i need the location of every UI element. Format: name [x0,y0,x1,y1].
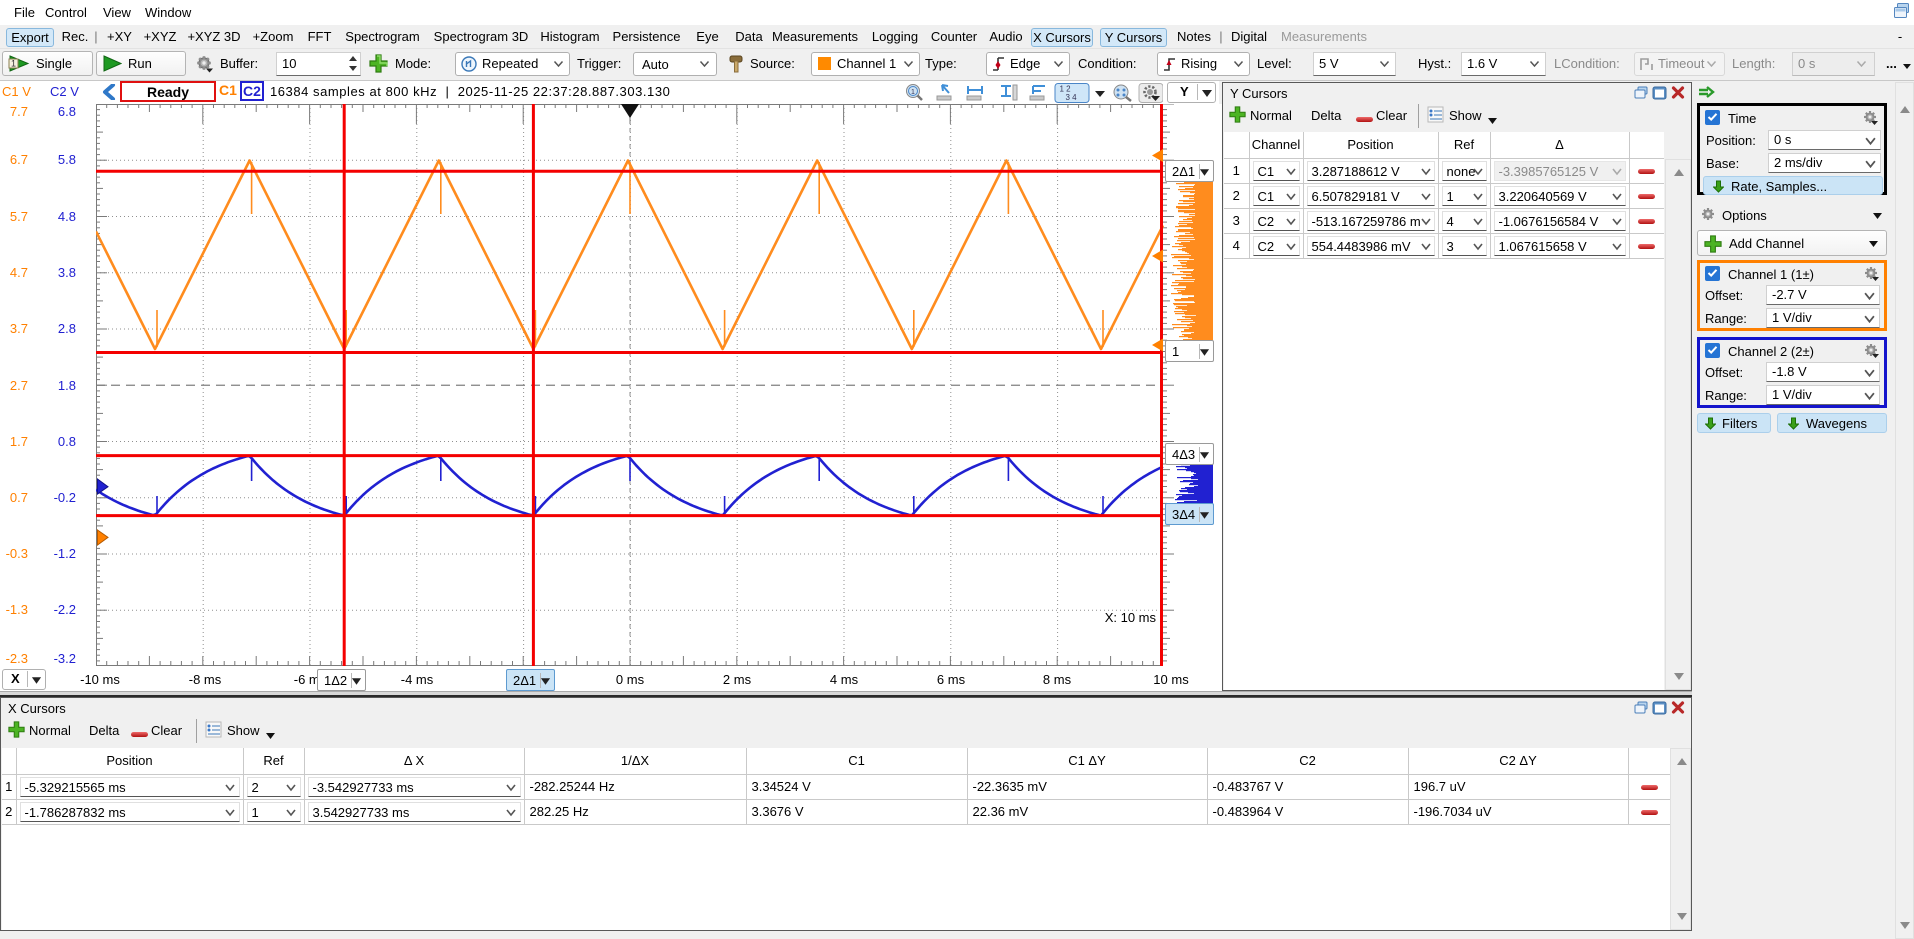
svg-text:X: 10 ms: X: 10 ms [1105,610,1157,625]
svg-text:3 4: 3 4 [1065,93,1077,102]
svg-text:1: 1 [911,89,915,96]
svg-text:1: 1 [11,59,16,69]
